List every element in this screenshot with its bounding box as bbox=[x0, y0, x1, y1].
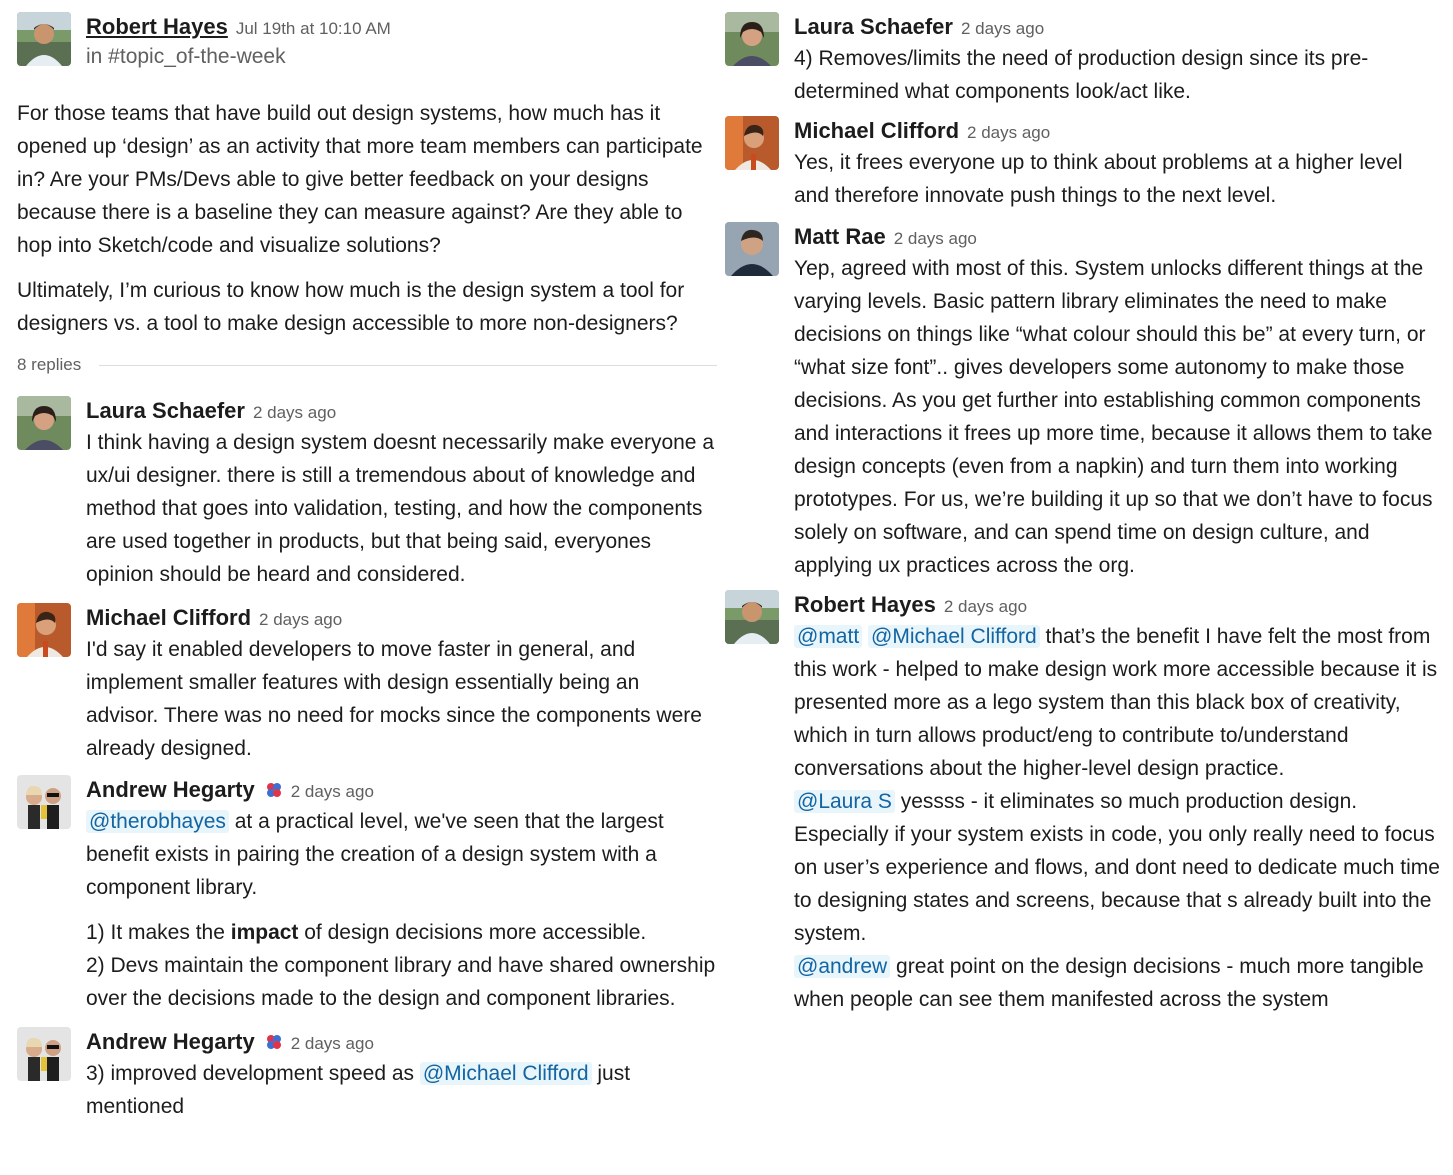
message-text: @matt @Michael Clifford that’s the benef… bbox=[794, 620, 1440, 785]
author-name[interactable]: Robert Hayes bbox=[86, 14, 228, 39]
list-text: 1) It makes the bbox=[86, 921, 231, 944]
avatar[interactable] bbox=[725, 222, 779, 276]
message-text: @andrew great point on the design decisi… bbox=[794, 950, 1440, 1016]
thread-view: Robert Hayes Jul 19th at 10:10 AM in #top… bbox=[0, 0, 1453, 1175]
timestamp[interactable]: 2 days ago bbox=[259, 610, 342, 629]
message-text: 4) Removes/limits the need of production… bbox=[794, 47, 1369, 103]
timestamp[interactable]: 2 days ago bbox=[961, 19, 1044, 38]
author-name[interactable]: Andrew Hegarty bbox=[86, 777, 255, 802]
timestamp[interactable]: 2 days ago bbox=[944, 597, 1027, 616]
message-text-part: that’s the benefit I have felt the most … bbox=[794, 625, 1438, 780]
reply-message: Robert Hayes 2 days ago @matt @Michael Cl… bbox=[725, 590, 1440, 1016]
user-mention[interactable]: @Michael Clifford bbox=[419, 1062, 592, 1085]
user-mention[interactable]: @therobhayes bbox=[86, 810, 229, 833]
message-text: Yep, agreed with most of this. System un… bbox=[794, 257, 1433, 577]
replies-count[interactable]: 8 replies bbox=[17, 355, 96, 374]
avatar[interactable] bbox=[17, 396, 71, 450]
channel-link[interactable]: in #topic_of-the-week bbox=[86, 42, 717, 72]
root-paragraph-1: For those teams that have build out desi… bbox=[17, 102, 703, 257]
user-mention[interactable]: @Laura S bbox=[794, 790, 895, 813]
reply-message: Laura Schaefer 2 days ago 4) Removes/limi… bbox=[725, 12, 1440, 108]
avatar[interactable] bbox=[17, 12, 71, 66]
avatar[interactable] bbox=[17, 775, 71, 829]
message-text: @therobhayes at a practical level, we've… bbox=[86, 805, 717, 904]
reply-message: Andrew Hegarty 2 days ago @therobhayes at… bbox=[17, 775, 717, 1015]
avatar[interactable] bbox=[17, 1027, 71, 1081]
message-text: @Laura S yessss - it eliminates so much … bbox=[794, 785, 1440, 950]
root-paragraph-2: Ultimately, I’m curious to know how much… bbox=[17, 279, 685, 335]
thread-right-column: Laura Schaefer 2 days ago 4) Removes/limi… bbox=[725, 12, 1440, 1016]
status-emoji-icon[interactable] bbox=[265, 781, 283, 799]
reply-message: Michael Clifford 2 days ago Yes, it frees… bbox=[725, 116, 1440, 212]
reply-message: Laura Schaefer 2 days ago I think having … bbox=[17, 396, 717, 591]
thread-left-column: Robert Hayes Jul 19th at 10:10 AM in #top… bbox=[17, 12, 717, 1123]
user-mention[interactable]: @matt bbox=[794, 625, 863, 648]
message-text-part: yessss - it eliminates so much productio… bbox=[794, 790, 1440, 945]
avatar[interactable] bbox=[725, 590, 779, 644]
status-emoji-icon[interactable] bbox=[265, 1033, 283, 1051]
message-text: 3) improved development speed as @Michae… bbox=[86, 1057, 717, 1123]
author-name[interactable]: Robert Hayes bbox=[794, 592, 936, 617]
timestamp[interactable]: 2 days ago bbox=[894, 229, 977, 248]
timestamp[interactable]: 2 days ago bbox=[967, 123, 1050, 142]
author-name[interactable]: Laura Schaefer bbox=[794, 14, 953, 39]
reply-message: Andrew Hegarty 2 days ago 3) improved dev… bbox=[17, 1027, 717, 1123]
timestamp[interactable]: Jul 19th at 10:10 AM bbox=[236, 19, 391, 38]
author-name[interactable]: Matt Rae bbox=[794, 224, 886, 249]
author-name[interactable]: Michael Clifford bbox=[794, 118, 959, 143]
timestamp[interactable]: 2 days ago bbox=[253, 403, 336, 422]
message-text: I'd say it enabled developers to move fa… bbox=[86, 638, 702, 760]
user-mention[interactable]: @Michael Clifford bbox=[868, 625, 1040, 648]
reply-message: Matt Rae 2 days ago Yep, agreed with most… bbox=[725, 222, 1440, 582]
reply-message: Michael Clifford 2 days ago I'd say it en… bbox=[17, 603, 717, 765]
timestamp[interactable]: 2 days ago bbox=[291, 1034, 374, 1053]
avatar[interactable] bbox=[17, 603, 71, 657]
list-text: of design decisions more accessible. bbox=[298, 921, 647, 944]
divider-line bbox=[99, 365, 717, 366]
timestamp[interactable]: 2 days ago bbox=[291, 782, 374, 801]
avatar[interactable] bbox=[725, 116, 779, 170]
user-mention[interactable]: @andrew bbox=[794, 955, 891, 978]
bold-text: impact bbox=[230, 921, 299, 944]
root-message: Robert Hayes Jul 19th at 10:10 AM in #top… bbox=[17, 12, 717, 74]
replies-divider: 8 replies bbox=[17, 350, 717, 380]
author-name[interactable]: Andrew Hegarty bbox=[86, 1029, 255, 1054]
message-text-part: 3) improved development speed as bbox=[86, 1062, 420, 1085]
list-item: 2) Devs maintain the component library a… bbox=[86, 954, 716, 1010]
message-text: Yes, it frees everyone up to think about… bbox=[794, 151, 1403, 207]
author-name[interactable]: Michael Clifford bbox=[86, 605, 251, 630]
author-name[interactable]: Laura Schaefer bbox=[86, 398, 245, 423]
avatar[interactable] bbox=[725, 12, 779, 66]
message-text: I think having a design system doesnt ne… bbox=[86, 431, 715, 586]
list-item: 1) It makes the impact of design decisio… bbox=[86, 916, 717, 949]
